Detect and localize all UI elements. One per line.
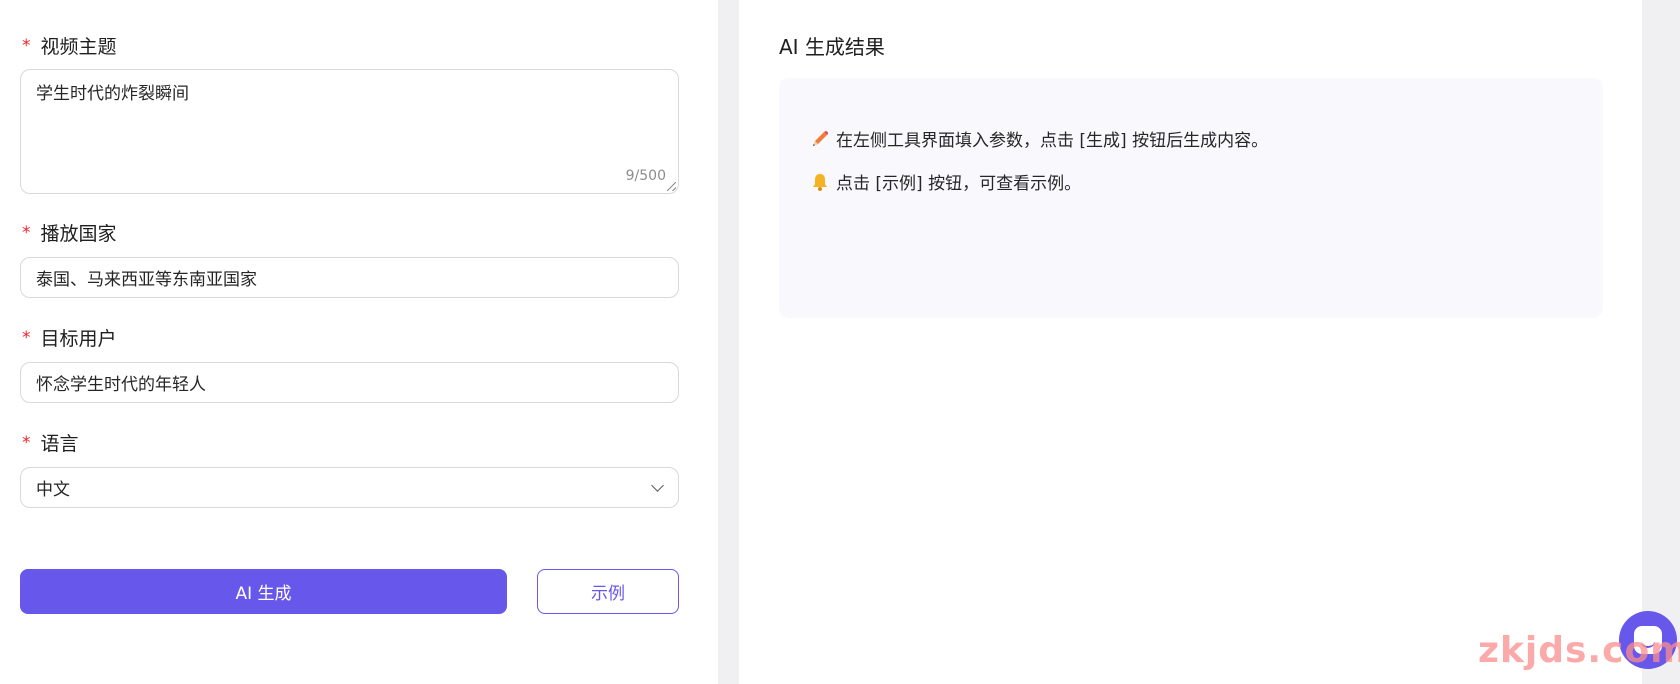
language-label-text: 语言 (40, 433, 79, 455)
audience-input[interactable]: 怀念学生时代的年轻人 (20, 362, 679, 403)
required-mark: * (22, 35, 31, 56)
pencil-icon (813, 130, 829, 146)
country-label: * 播放国家 (22, 219, 117, 246)
char-counter: 9/500 (625, 168, 666, 184)
topic-value: 学生时代的炸裂瞬间 (36, 84, 189, 104)
audience-value: 怀念学生时代的年轻人 (36, 375, 206, 395)
ai-generate-button[interactable]: AI 生成 (20, 569, 507, 614)
result-title: AI 生成结果 (779, 35, 885, 59)
country-label-text: 播放国家 (40, 223, 117, 245)
audience-label: * 目标用户 (22, 324, 117, 351)
language-select[interactable]: 中文 (20, 467, 679, 508)
resize-handle-icon[interactable] (667, 182, 676, 191)
bell-icon (813, 173, 827, 191)
required-mark: * (22, 432, 31, 453)
topic-textarea[interactable]: 学生时代的炸裂瞬间 9/500 (20, 69, 679, 194)
topic-label: * 视频主题 (22, 32, 117, 59)
audience-label-text: 目标用户 (40, 328, 117, 350)
right-gutter (1642, 0, 1680, 684)
country-value: 泰国、马来西亚等东南亚国家 (36, 270, 257, 290)
country-input[interactable]: 泰国、马来西亚等东南亚国家 (20, 257, 679, 298)
language-label: * 语言 (22, 429, 79, 456)
example-button[interactable]: 示例 (537, 569, 679, 614)
hint-text: 点击 [示例] 按钮，可查看示例。 (836, 174, 1082, 194)
required-mark: * (22, 222, 31, 243)
watermark: zkjds.com (1478, 630, 1680, 671)
hint-line: 点击 [示例] 按钮，可查看示例。 (810, 169, 1081, 194)
hint-text: 在左侧工具界面填入参数，点击 [生成] 按钮后生成内容。 (836, 131, 1269, 151)
form-panel: * 视频主题 学生时代的炸裂瞬间 9/500 * 播放国家 泰国、马来西亚等东南… (0, 0, 718, 684)
language-value: 中文 (36, 480, 70, 500)
chevron-down-icon (651, 478, 664, 492)
hint-line: 在左侧工具界面填入参数，点击 [生成] 按钮后生成内容。 (810, 126, 1268, 151)
required-mark: * (22, 327, 31, 348)
panel-divider[interactable] (718, 0, 739, 684)
topic-label-text: 视频主题 (40, 36, 117, 58)
result-box: 在左侧工具界面填入参数，点击 [生成] 按钮后生成内容。 点击 [示例] 按钮，… (779, 78, 1603, 318)
